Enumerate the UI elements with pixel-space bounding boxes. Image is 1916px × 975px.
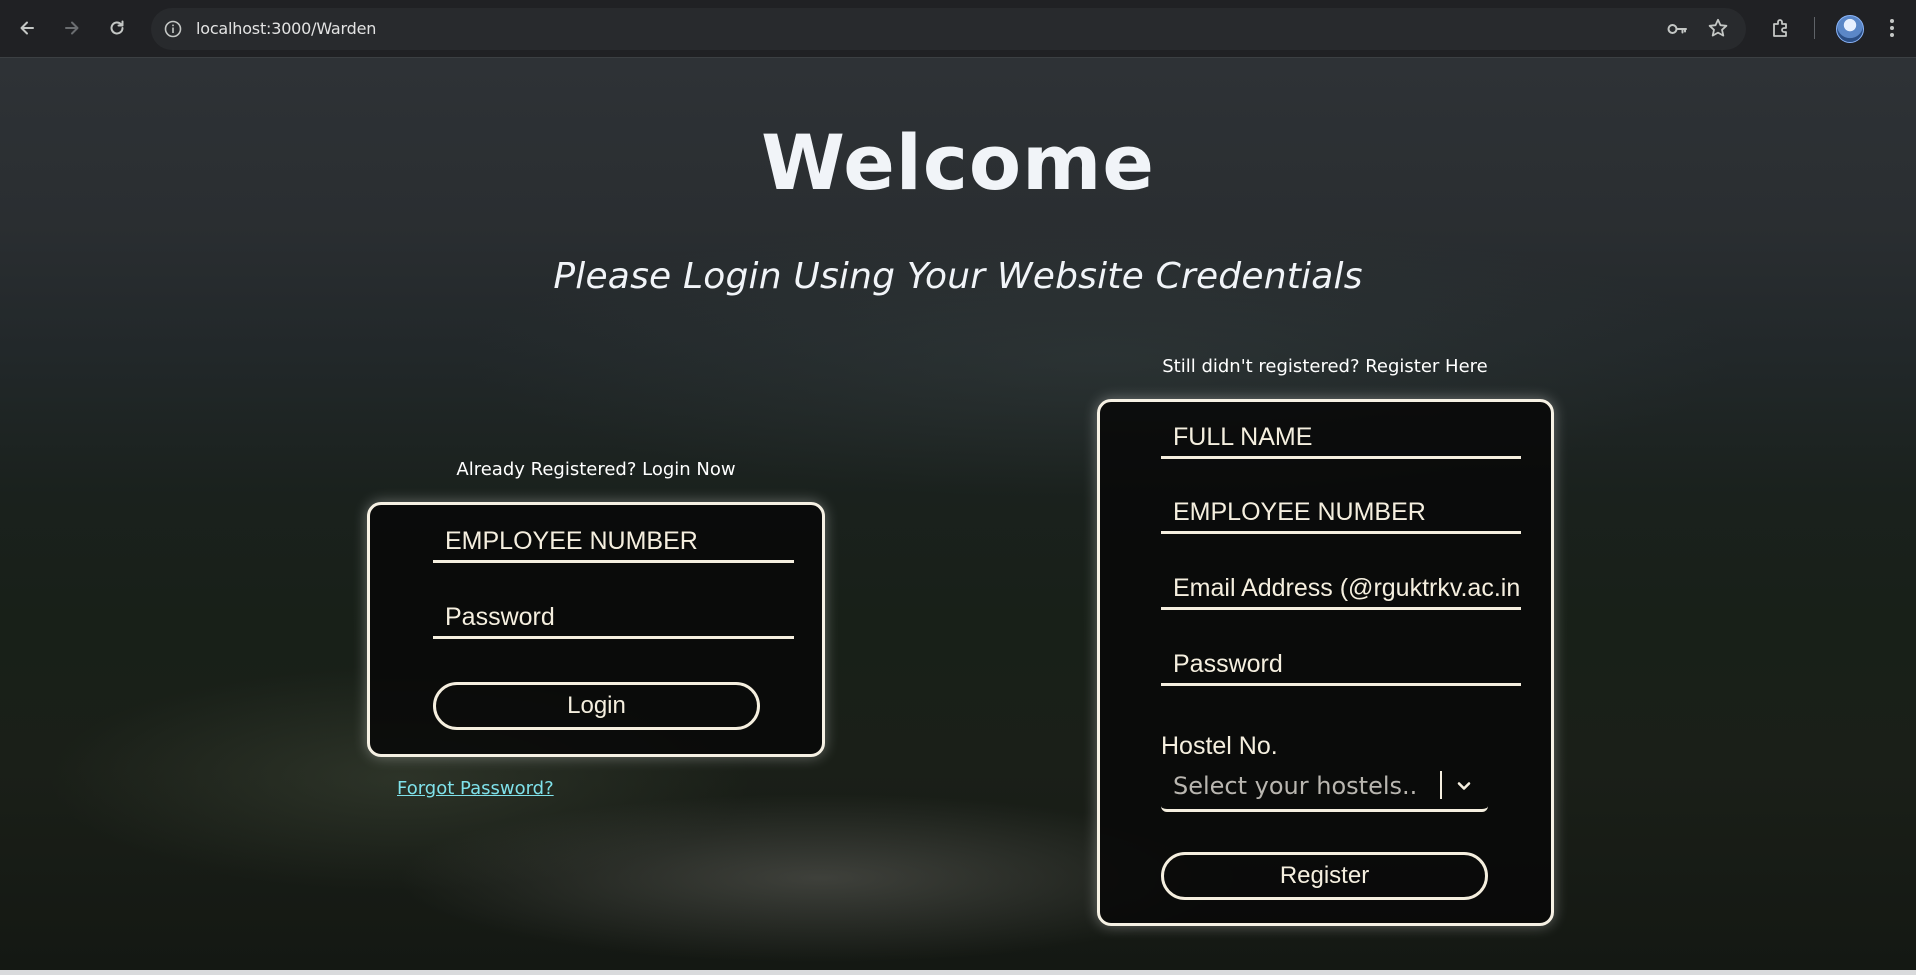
more-vert-icon[interactable] xyxy=(1878,14,1906,42)
page-viewport: Welcome Please Login Using Your Website … xyxy=(0,58,1916,970)
page-title: Welcome xyxy=(761,118,1155,207)
hostel-label: Hostel No. xyxy=(1161,732,1278,760)
register-card: Register xyxy=(1097,399,1554,926)
star-icon[interactable] xyxy=(1707,17,1729,39)
hostel-select-placeholder: Select your hostels.. xyxy=(1173,772,1418,800)
register-caption: Still didn't registered? Register Here xyxy=(1162,356,1488,377)
login-caption: Already Registered? Login Now xyxy=(456,459,736,480)
address-bar[interactable]: localhost:3000/Warden xyxy=(151,8,1746,50)
select-divider xyxy=(1440,771,1442,799)
chevron-down-icon[interactable] xyxy=(1452,774,1476,798)
back-icon[interactable] xyxy=(12,13,42,43)
info-icon[interactable] xyxy=(163,19,183,39)
forgot-password-link[interactable]: Forgot Password? xyxy=(397,778,554,799)
browser-toolbar: localhost:3000/Warden xyxy=(0,0,1916,58)
register-password-input[interactable] xyxy=(1161,646,1521,686)
extensions-icon[interactable] xyxy=(1767,14,1795,42)
login-employee-number-input[interactable] xyxy=(433,523,794,563)
login-button[interactable]: Login xyxy=(433,682,760,730)
register-email-input[interactable] xyxy=(1161,570,1521,610)
page-subtitle: Please Login Using Your Website Credenti… xyxy=(553,256,1363,297)
reload-icon[interactable] xyxy=(102,13,132,43)
login-card: Login xyxy=(367,502,825,757)
register-button[interactable]: Register xyxy=(1161,852,1488,900)
toolbar-separator xyxy=(1814,17,1815,39)
register-full-name-input[interactable] xyxy=(1161,419,1521,459)
hostel-select[interactable]: Select your hostels.. xyxy=(1161,764,1488,812)
profile-avatar[interactable] xyxy=(1836,15,1864,43)
bottom-edge xyxy=(0,970,1916,975)
url-text[interactable]: localhost:3000/Warden xyxy=(196,19,376,38)
forward-icon[interactable] xyxy=(57,13,87,43)
login-password-input[interactable] xyxy=(433,599,794,639)
register-employee-number-input[interactable] xyxy=(1161,494,1521,534)
key-icon[interactable] xyxy=(1666,18,1688,40)
